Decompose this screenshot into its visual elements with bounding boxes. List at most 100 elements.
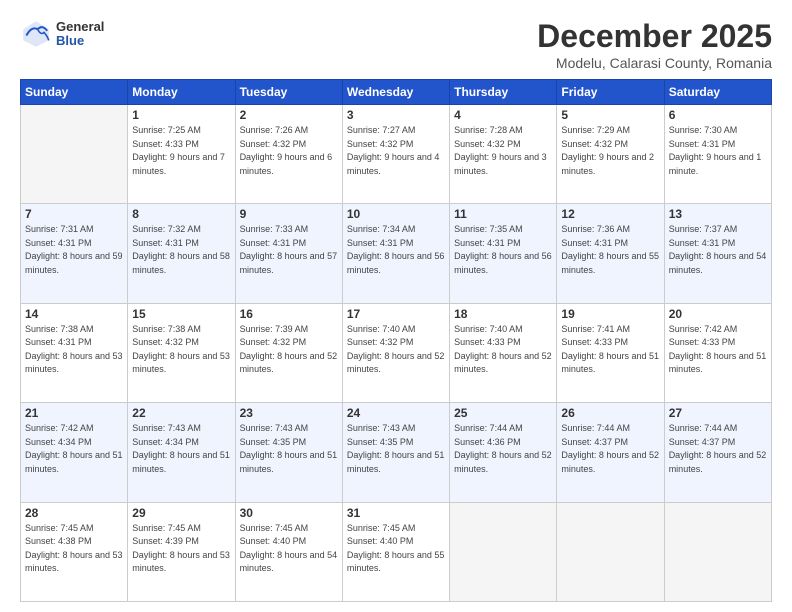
day-number: 3 xyxy=(347,108,445,122)
day-number: 25 xyxy=(454,406,552,420)
day-number: 11 xyxy=(454,207,552,221)
day-number: 12 xyxy=(561,207,659,221)
calendar-cell: 30 Sunrise: 7:45 AMSunset: 4:40 PMDayligh… xyxy=(235,502,342,601)
calendar-cell: 10 Sunrise: 7:34 AMSunset: 4:31 PMDayligh… xyxy=(342,204,449,303)
day-info: Sunrise: 7:25 AMSunset: 4:33 PMDaylight:… xyxy=(132,124,230,178)
day-number: 18 xyxy=(454,307,552,321)
calendar-week-row-1: 1Sunrise: 7:25 AMSunset: 4:33 PMDaylight… xyxy=(21,105,772,204)
day-info: Sunrise: 7:39 AMSunset: 4:32 PMDaylight:… xyxy=(240,323,338,377)
day-info: Sunrise: 7:45 AMSunset: 4:40 PMDaylight:… xyxy=(240,522,338,576)
day-number: 28 xyxy=(25,506,123,520)
calendar-cell: 7 Sunrise: 7:31 AMSunset: 4:31 PMDaylight… xyxy=(21,204,128,303)
day-number: 5 xyxy=(561,108,659,122)
day-info: Sunrise: 7:26 AMSunset: 4:32 PMDaylight:… xyxy=(240,124,338,178)
calendar-week-row-4: 21Sunrise: 7:42 AMSunset: 4:34 PMDayligh… xyxy=(21,403,772,502)
day-info: Sunrise: 7:43 AMSunset: 4:35 PMDaylight:… xyxy=(240,422,338,476)
calendar-cell xyxy=(664,502,771,601)
calendar-cell xyxy=(450,502,557,601)
header: General Blue December 2025 Modelu, Calar… xyxy=(20,18,772,71)
weekday-header-friday: Friday xyxy=(557,80,664,105)
day-number: 8 xyxy=(132,207,230,221)
day-number: 10 xyxy=(347,207,445,221)
day-number: 4 xyxy=(454,108,552,122)
day-info: Sunrise: 7:34 AMSunset: 4:31 PMDaylight:… xyxy=(347,223,445,277)
logo-icon xyxy=(20,18,52,50)
day-info: Sunrise: 7:44 AMSunset: 4:37 PMDaylight:… xyxy=(561,422,659,476)
calendar-cell: 18 Sunrise: 7:40 AMSunset: 4:33 PMDayligh… xyxy=(450,303,557,402)
logo-general: General xyxy=(56,20,104,34)
calendar-cell: 25Sunrise: 7:44 AMSunset: 4:36 PMDayligh… xyxy=(450,403,557,502)
calendar-cell: 15 Sunrise: 7:38 AMSunset: 4:32 PMDayligh… xyxy=(128,303,235,402)
day-info: Sunrise: 7:38 AMSunset: 4:31 PMDaylight:… xyxy=(25,323,123,377)
location: Modelu, Calarasi County, Romania xyxy=(537,55,772,71)
calendar-cell: 11Sunrise: 7:35 AMSunset: 4:31 PMDayligh… xyxy=(450,204,557,303)
calendar-week-row-2: 7 Sunrise: 7:31 AMSunset: 4:31 PMDaylight… xyxy=(21,204,772,303)
day-number: 21 xyxy=(25,406,123,420)
day-number: 24 xyxy=(347,406,445,420)
day-info: Sunrise: 7:32 AMSunset: 4:31 PMDaylight:… xyxy=(132,223,230,277)
logo-blue: Blue xyxy=(56,34,104,48)
day-info: Sunrise: 7:45 AMSunset: 4:38 PMDaylight:… xyxy=(25,522,123,576)
calendar-cell: 4 Sunrise: 7:28 AMSunset: 4:32 PMDaylight… xyxy=(450,105,557,204)
calendar-cell xyxy=(21,105,128,204)
day-info: Sunrise: 7:30 AMSunset: 4:31 PMDaylight:… xyxy=(669,124,767,178)
day-number: 2 xyxy=(240,108,338,122)
day-number: 14 xyxy=(25,307,123,321)
calendar-cell: 2 Sunrise: 7:26 AMSunset: 4:32 PMDaylight… xyxy=(235,105,342,204)
weekday-header-sunday: Sunday xyxy=(21,80,128,105)
calendar-cell: 29 Sunrise: 7:45 AMSunset: 4:39 PMDayligh… xyxy=(128,502,235,601)
day-info: Sunrise: 7:45 AMSunset: 4:40 PMDaylight:… xyxy=(347,522,445,576)
calendar-cell: 24Sunrise: 7:43 AMSunset: 4:35 PMDayligh… xyxy=(342,403,449,502)
calendar-cell: 13Sunrise: 7:37 AMSunset: 4:31 PMDayligh… xyxy=(664,204,771,303)
day-info: Sunrise: 7:28 AMSunset: 4:32 PMDaylight:… xyxy=(454,124,552,178)
calendar-cell: 27Sunrise: 7:44 AMSunset: 4:37 PMDayligh… xyxy=(664,403,771,502)
day-info: Sunrise: 7:36 AMSunset: 4:31 PMDaylight:… xyxy=(561,223,659,277)
day-number: 30 xyxy=(240,506,338,520)
calendar-cell: 8 Sunrise: 7:32 AMSunset: 4:31 PMDaylight… xyxy=(128,204,235,303)
calendar-cell: 22 Sunrise: 7:43 AMSunset: 4:34 PMDayligh… xyxy=(128,403,235,502)
calendar-cell xyxy=(557,502,664,601)
calendar-cell: 1Sunrise: 7:25 AMSunset: 4:33 PMDaylight… xyxy=(128,105,235,204)
day-number: 26 xyxy=(561,406,659,420)
day-info: Sunrise: 7:43 AMSunset: 4:34 PMDaylight:… xyxy=(132,422,230,476)
day-info: Sunrise: 7:33 AMSunset: 4:31 PMDaylight:… xyxy=(240,223,338,277)
day-info: Sunrise: 7:29 AMSunset: 4:32 PMDaylight:… xyxy=(561,124,659,178)
day-info: Sunrise: 7:41 AMSunset: 4:33 PMDaylight:… xyxy=(561,323,659,377)
day-info: Sunrise: 7:40 AMSunset: 4:33 PMDaylight:… xyxy=(454,323,552,377)
day-number: 16 xyxy=(240,307,338,321)
calendar-cell: 19 Sunrise: 7:41 AMSunset: 4:33 PMDayligh… xyxy=(557,303,664,402)
day-info: Sunrise: 7:40 AMSunset: 4:32 PMDaylight:… xyxy=(347,323,445,377)
calendar-cell: 6 Sunrise: 7:30 AMSunset: 4:31 PMDaylight… xyxy=(664,105,771,204)
day-info: Sunrise: 7:45 AMSunset: 4:39 PMDaylight:… xyxy=(132,522,230,576)
calendar-cell: 5 Sunrise: 7:29 AMSunset: 4:32 PMDaylight… xyxy=(557,105,664,204)
weekday-header-tuesday: Tuesday xyxy=(235,80,342,105)
day-number: 7 xyxy=(25,207,123,221)
calendar-cell: 16 Sunrise: 7:39 AMSunset: 4:32 PMDayligh… xyxy=(235,303,342,402)
day-number: 17 xyxy=(347,307,445,321)
day-number: 15 xyxy=(132,307,230,321)
calendar-cell: 20 Sunrise: 7:42 AMSunset: 4:33 PMDayligh… xyxy=(664,303,771,402)
calendar-cell: 31 Sunrise: 7:45 AMSunset: 4:40 PMDayligh… xyxy=(342,502,449,601)
day-number: 6 xyxy=(669,108,767,122)
calendar-cell: 3 Sunrise: 7:27 AMSunset: 4:32 PMDaylight… xyxy=(342,105,449,204)
logo-text: General Blue xyxy=(56,20,104,49)
day-number: 20 xyxy=(669,307,767,321)
calendar-cell: 9Sunrise: 7:33 AMSunset: 4:31 PMDaylight… xyxy=(235,204,342,303)
calendar-cell: 17 Sunrise: 7:40 AMSunset: 4:32 PMDayligh… xyxy=(342,303,449,402)
day-number: 29 xyxy=(132,506,230,520)
day-number: 22 xyxy=(132,406,230,420)
page: General Blue December 2025 Modelu, Calar… xyxy=(0,0,792,612)
day-info: Sunrise: 7:38 AMSunset: 4:32 PMDaylight:… xyxy=(132,323,230,377)
calendar-cell: 14 Sunrise: 7:38 AMSunset: 4:31 PMDayligh… xyxy=(21,303,128,402)
day-info: Sunrise: 7:42 AMSunset: 4:33 PMDaylight:… xyxy=(669,323,767,377)
day-number: 19 xyxy=(561,307,659,321)
weekday-header-wednesday: Wednesday xyxy=(342,80,449,105)
day-info: Sunrise: 7:44 AMSunset: 4:37 PMDaylight:… xyxy=(669,422,767,476)
day-info: Sunrise: 7:27 AMSunset: 4:32 PMDaylight:… xyxy=(347,124,445,178)
calendar-cell: 21Sunrise: 7:42 AMSunset: 4:34 PMDayligh… xyxy=(21,403,128,502)
day-number: 31 xyxy=(347,506,445,520)
day-info: Sunrise: 7:31 AMSunset: 4:31 PMDaylight:… xyxy=(25,223,123,277)
weekday-header-row: SundayMondayTuesdayWednesdayThursdayFrid… xyxy=(21,80,772,105)
month-title: December 2025 xyxy=(537,18,772,55)
calendar-cell: 26 Sunrise: 7:44 AMSunset: 4:37 PMDayligh… xyxy=(557,403,664,502)
